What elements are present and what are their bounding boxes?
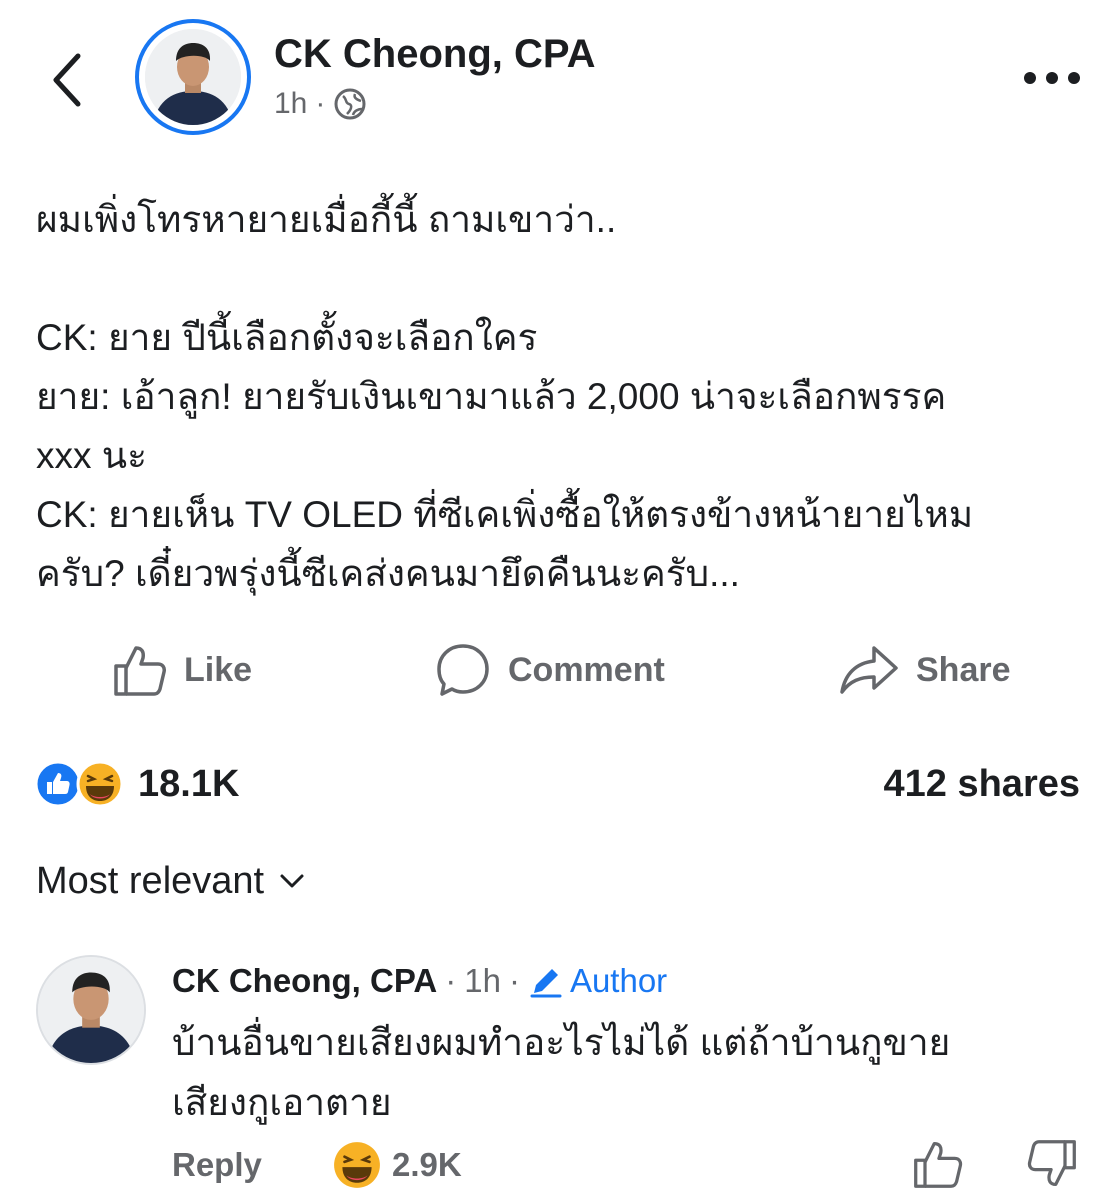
avatar-photo — [145, 29, 241, 125]
commenter-avatar[interactable] — [36, 955, 146, 1065]
share-button[interactable]: Share — [838, 636, 1011, 704]
back-button[interactable] — [44, 48, 92, 112]
pencil-icon — [530, 969, 562, 998]
haha-reaction-icon — [76, 760, 124, 808]
comment-dislike-button[interactable] — [1026, 1138, 1078, 1190]
chevron-down-icon — [280, 874, 304, 888]
thumbs-down-icon — [1027, 1140, 1076, 1187]
chevron-left-icon — [53, 53, 81, 107]
haha-reaction-icon — [334, 1142, 380, 1188]
avatar-photo — [38, 957, 144, 1063]
commenter-name[interactable]: CK Cheong, CPA — [172, 958, 437, 1004]
shares-count[interactable]: 412 shares — [884, 760, 1081, 808]
comment-label: Comment — [508, 650, 665, 689]
comment-reaction-count: 2.9K — [392, 1146, 462, 1183]
comment-reactions[interactable]: 2.9K — [332, 1140, 462, 1190]
post-text: ผมเพิ่งโทรหายายเมื่อกี้นี้ ถามเขาว่า.. C… — [36, 199, 974, 594]
more-dots-icon — [1024, 72, 1080, 84]
author-avatar[interactable] — [135, 19, 251, 135]
globe-icon — [334, 88, 366, 120]
comment-sort-dropdown[interactable]: Most relevant — [36, 856, 306, 906]
like-reaction-icon — [34, 760, 82, 808]
sort-label: Most relevant — [36, 860, 265, 902]
comment-like-button[interactable] — [912, 1138, 964, 1190]
post-author-name[interactable]: CK Cheong, CPA — [274, 30, 595, 78]
comment-bubble-icon — [437, 644, 489, 696]
comment-text: บ้านอื่นขายเสียงผมทำอะไรไม่ได้ แต่ถ้าบ้า… — [172, 1022, 951, 1123]
like-button[interactable]: Like — [112, 636, 252, 704]
post-meta: 1h · — [274, 84, 367, 124]
more-options-button[interactable] — [1020, 60, 1084, 96]
reaction-icons[interactable] — [34, 760, 130, 808]
share-arrow-icon — [840, 646, 898, 694]
meta-separator: · — [445, 962, 457, 999]
reply-button[interactable]: Reply — [172, 1142, 262, 1188]
reaction-count[interactable]: 18.1K — [138, 760, 239, 808]
comment-time[interactable]: 1h — [464, 958, 501, 1004]
post-time: 1h — [274, 87, 308, 120]
author-badge-label: Author — [569, 962, 668, 999]
author-badge: Author — [528, 958, 667, 1004]
like-label: Like — [184, 650, 253, 689]
meta-separator: · — [315, 87, 326, 120]
thumbs-up-icon — [114, 646, 166, 696]
comment-button[interactable]: Comment — [434, 636, 665, 704]
thumbs-up-icon — [914, 1141, 963, 1188]
share-label: Share — [916, 650, 1011, 689]
meta-separator: · — [508, 962, 520, 999]
comment-header: CK Cheong, CPA · 1h · Author — [172, 958, 667, 1004]
